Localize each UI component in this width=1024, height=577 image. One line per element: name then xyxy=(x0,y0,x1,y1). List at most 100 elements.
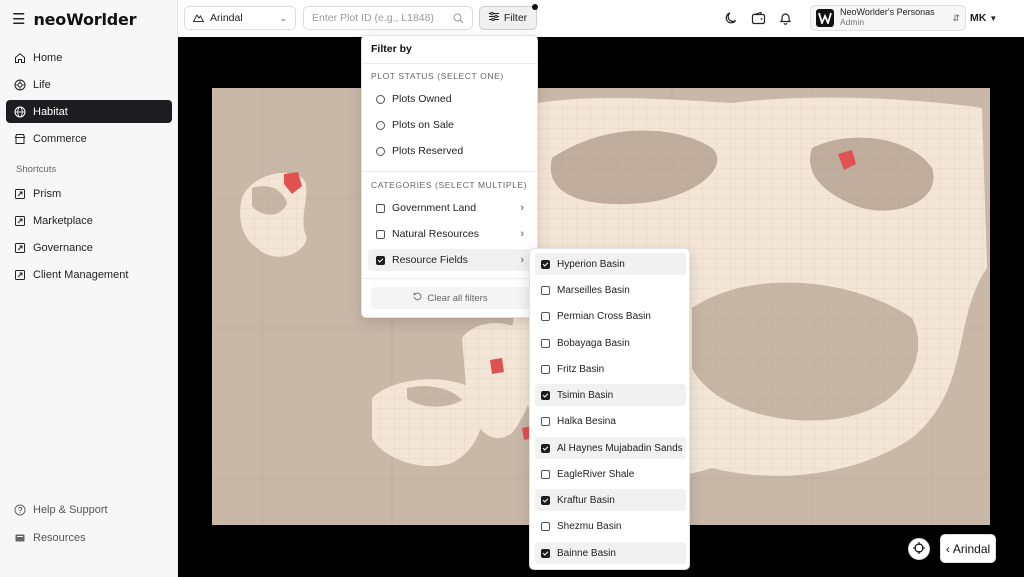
resource-field-label: EagleRiver Shale xyxy=(557,468,635,480)
resource-field-item[interactable]: Al Haynes Mujabadin Sands xyxy=(535,437,686,459)
checkbox-icon[interactable] xyxy=(541,364,550,374)
shortcut-prism[interactable]: Prism xyxy=(6,182,172,205)
reset-icon xyxy=(413,292,422,304)
external-link-icon xyxy=(14,188,26,200)
checkbox-icon[interactable] xyxy=(541,416,550,426)
app-logo[interactable]: neoWorlder xyxy=(33,10,136,29)
mountain-icon xyxy=(192,12,205,25)
category-label: Natural Resources xyxy=(392,228,479,240)
category-label: Resource Fields xyxy=(392,254,468,266)
checkbox-icon[interactable] xyxy=(541,311,550,321)
user-menu[interactable]: MK ▼ xyxy=(970,8,1004,28)
status-option-owned[interactable]: Plots Owned xyxy=(368,88,532,110)
moon-icon[interactable] xyxy=(722,9,740,27)
resource-field-item[interactable]: Kraftur Basin xyxy=(535,489,686,511)
resource-field-label: Marseilles Basin xyxy=(557,284,630,296)
top-bar: Arindal ⌄ Filter NeoWorlder's Personas A… xyxy=(178,0,1024,37)
menu-icon[interactable]: ☰ xyxy=(12,12,25,27)
locate-icon xyxy=(913,541,925,557)
filter-label: Filter xyxy=(503,12,528,24)
help-support-link[interactable]: Help & Support xyxy=(6,498,172,521)
filter-panel: Filter by PLOT STATUS (SELECT ONE) Plots… xyxy=(361,35,538,318)
shortcut-marketplace[interactable]: Marketplace xyxy=(6,209,172,232)
status-option-reserved[interactable]: Plots Reserved xyxy=(368,140,532,162)
resource-field-item[interactable]: Bainne Basin xyxy=(535,542,686,564)
categories-heading: CATEGORIES (SELECT MULTIPLE) xyxy=(371,180,528,190)
location-select[interactable]: Arindal ⌄ xyxy=(184,6,296,30)
resource-field-item[interactable]: Marseilles Basin xyxy=(535,279,686,301)
checkbox-icon[interactable] xyxy=(376,203,385,213)
checkbox-icon[interactable] xyxy=(541,390,550,400)
resource-field-label: Bobayaga Basin xyxy=(557,337,630,349)
bell-icon[interactable] xyxy=(776,9,794,27)
clear-filters-button[interactable]: Clear all filters xyxy=(371,287,530,309)
resource-field-item[interactable]: Permian Cross Basin xyxy=(535,305,686,327)
resource-field-label: Halka Besina xyxy=(557,415,616,427)
plot-status-heading: PLOT STATUS (SELECT ONE) xyxy=(371,71,504,81)
checkbox-icon[interactable] xyxy=(541,521,550,531)
sidebar-item-life[interactable]: Life xyxy=(6,73,172,96)
plot-search[interactable] xyxy=(303,6,473,30)
checkbox-icon[interactable] xyxy=(541,338,550,348)
account-switcher[interactable]: NeoWorlder's Personas Admin ⇵ xyxy=(810,5,966,31)
resource-field-item[interactable]: Bobayaga Basin xyxy=(535,332,686,354)
resource-field-item[interactable]: EagleRiver Shale xyxy=(535,463,686,485)
sidebar-item-label: Home xyxy=(33,51,63,64)
checkbox-icon[interactable] xyxy=(541,259,550,269)
plot-id-input[interactable] xyxy=(312,12,442,24)
map-back-label: Arindal xyxy=(952,541,991,556)
status-option-on-sale[interactable]: Plots on Sale xyxy=(368,114,532,136)
resource-field-item[interactable]: Tsimin Basin xyxy=(535,384,686,406)
store-icon xyxy=(14,133,26,145)
category-government-land[interactable]: Government Land › xyxy=(368,197,532,219)
resource-field-label: Tsimin Basin xyxy=(557,389,614,401)
account-names: NeoWorlder's Personas Admin xyxy=(840,7,935,28)
account-role: Admin xyxy=(840,17,865,28)
external-link-icon xyxy=(14,269,26,281)
checkbox-icon[interactable] xyxy=(541,285,550,295)
checkbox-icon[interactable] xyxy=(541,548,550,558)
checkbox-icon[interactable] xyxy=(541,495,550,505)
category-natural-resources[interactable]: Natural Resources › xyxy=(368,223,532,245)
checkbox-icon[interactable] xyxy=(541,443,550,453)
category-resource-fields[interactable]: Resource Fields › xyxy=(368,249,532,271)
sidebar-item-habitat[interactable]: Habitat xyxy=(6,100,172,123)
recenter-button[interactable] xyxy=(908,538,930,560)
radio-icon[interactable] xyxy=(376,146,385,156)
main-nav: Home Life Habitat Commerce xyxy=(6,46,172,154)
sidebar-item-commerce[interactable]: Commerce xyxy=(6,127,172,150)
resource-field-label: Hyperion Basin xyxy=(557,258,625,270)
external-link-icon xyxy=(14,215,26,227)
home-icon xyxy=(14,52,26,64)
resource-field-item[interactable]: Hyperion Basin xyxy=(535,253,686,275)
chevron-updown-icon: ⇵ xyxy=(952,12,960,23)
sliders-icon xyxy=(488,11,499,24)
resource-field-label: Kraftur Basin xyxy=(557,494,615,506)
location-value: Arindal xyxy=(210,12,243,24)
resource-field-item[interactable]: Halka Besina xyxy=(535,410,686,432)
filter-button[interactable]: Filter xyxy=(479,4,538,30)
status-option-label: Plots Reserved xyxy=(392,145,464,157)
resources-label: Resources xyxy=(33,531,86,544)
resource-field-item[interactable]: Shezmu Basin xyxy=(535,515,686,537)
checkbox-icon[interactable] xyxy=(541,469,550,479)
sidebar-item-home[interactable]: Home xyxy=(6,46,172,69)
resources-link[interactable]: Resources xyxy=(6,526,172,549)
wallet-icon[interactable] xyxy=(749,9,767,27)
search-icon[interactable] xyxy=(453,13,464,24)
resource-field-label: Fritz Basin xyxy=(557,363,605,375)
divider xyxy=(362,278,537,279)
checkbox-icon[interactable] xyxy=(376,255,385,265)
checkbox-icon[interactable] xyxy=(376,229,385,239)
shortcut-governance[interactable]: Governance xyxy=(6,236,172,259)
clear-filters-label: Clear all filters xyxy=(427,292,488,304)
radio-icon[interactable] xyxy=(376,94,385,104)
map-back-button[interactable]: ‹ Arindal xyxy=(940,534,996,563)
sidebar-footer: Help & Support Resources xyxy=(6,498,172,554)
shortcuts-list: Prism Marketplace Governance Client Mana… xyxy=(6,182,172,290)
shortcut-client-management[interactable]: Client Management xyxy=(6,263,172,286)
radio-icon[interactable] xyxy=(376,120,385,130)
resource-field-item[interactable]: Fritz Basin xyxy=(535,358,686,380)
chevron-left-icon: ‹ xyxy=(945,541,950,556)
sidebar-item-label: Life xyxy=(33,78,51,91)
